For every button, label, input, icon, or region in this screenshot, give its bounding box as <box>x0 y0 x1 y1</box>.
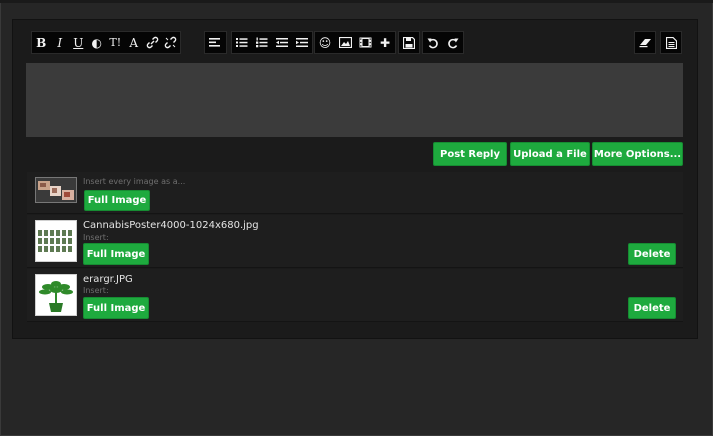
plus-icon[interactable]: ✚ <box>375 32 395 53</box>
save-svg <box>403 36 415 49</box>
unlink-icon[interactable] <box>162 32 181 53</box>
unlink-icon-svg <box>165 36 177 49</box>
more-options-button[interactable]: More Options... <box>592 142 683 166</box>
delete-button[interactable]: Delete <box>628 243 676 265</box>
post-reply-button[interactable]: Post Reply <box>433 142 507 166</box>
save-group <box>398 31 420 54</box>
collage-thumbnail <box>35 177 77 203</box>
font-color-button[interactable]: A <box>125 32 144 53</box>
editor-toolbar: B I U ◐ T! A ☺ ✚ <box>26 30 684 58</box>
bold-button[interactable]: B <box>32 32 51 53</box>
align-left-svg <box>209 38 220 47</box>
undo-svg <box>427 38 438 48</box>
numbered-list-svg <box>256 37 268 48</box>
document-svg <box>665 36 677 49</box>
format-group: B I U ◐ T! A <box>31 31 181 54</box>
smiley-icon[interactable]: ☺ <box>315 32 335 53</box>
insert-all-row: Insert every image as a... Full Image <box>27 172 683 214</box>
attachment-filename: erargr.JPG <box>83 274 133 285</box>
redo-icon[interactable] <box>443 32 463 53</box>
plant-thumbnail-image <box>36 275 76 315</box>
eraser-svg <box>639 39 651 48</box>
source-group <box>660 31 682 54</box>
outdent-icon[interactable] <box>272 32 292 53</box>
align-group <box>204 31 227 54</box>
image-icon[interactable] <box>335 32 355 53</box>
delete-button[interactable]: Delete <box>628 297 676 319</box>
image-svg <box>338 37 352 48</box>
attachment-row: erargr.JPG Insert: Full Image Delete <box>27 269 683 322</box>
attachment-thumbnail <box>35 274 77 316</box>
attachment-filename: CannabisPoster4000-1024x680.jpg <box>83 220 259 231</box>
media-group: ☺ ✚ <box>314 31 396 54</box>
insert-every-label: Insert every image as a... <box>83 177 186 186</box>
insert-label: Insert: <box>83 233 109 242</box>
insert-all-full-image-button[interactable]: Full Image <box>84 190 150 211</box>
text-size-button[interactable]: T! <box>106 32 125 53</box>
bullet-list-icon[interactable] <box>232 32 252 53</box>
undo-icon[interactable] <box>423 32 443 53</box>
eraser-icon[interactable] <box>635 32 655 53</box>
document-icon[interactable] <box>661 32 681 53</box>
numbered-list-icon[interactable] <box>252 32 272 53</box>
save-icon[interactable] <box>399 32 419 53</box>
message-editor[interactable] <box>26 63 683 137</box>
collage-thumbnail-image <box>36 178 76 202</box>
underline-button[interactable]: U <box>69 32 88 53</box>
history-group <box>422 31 464 54</box>
upload-file-button[interactable]: Upload a File <box>510 142 590 166</box>
list-group <box>231 31 313 54</box>
redo-svg <box>448 38 459 48</box>
eraser-group <box>634 31 656 54</box>
full-image-button[interactable]: Full Image <box>83 297 149 319</box>
align-left-icon[interactable] <box>205 32 225 53</box>
attachment-list: Insert every image as a... Full Image Ca… <box>27 172 683 322</box>
contrast-icon[interactable]: ◐ <box>88 32 107 53</box>
italic-button[interactable]: I <box>51 32 70 53</box>
attachment-thumbnail <box>35 220 77 262</box>
film-icon[interactable] <box>355 32 375 53</box>
top-divider <box>0 0 713 3</box>
indent-icon[interactable] <box>292 32 312 53</box>
attachment-row: CannabisPoster4000-1024x680.jpg Insert: … <box>27 215 683 268</box>
link-icon[interactable] <box>143 32 162 53</box>
film-svg <box>359 37 371 48</box>
indent-svg <box>296 38 308 47</box>
full-image-button[interactable]: Full Image <box>83 243 149 265</box>
insert-label: Insert: <box>83 286 109 295</box>
poster-thumbnail-image <box>36 221 76 261</box>
link-icon-svg <box>146 36 158 49</box>
outdent-svg <box>276 38 288 47</box>
bullet-list-svg <box>236 38 248 47</box>
